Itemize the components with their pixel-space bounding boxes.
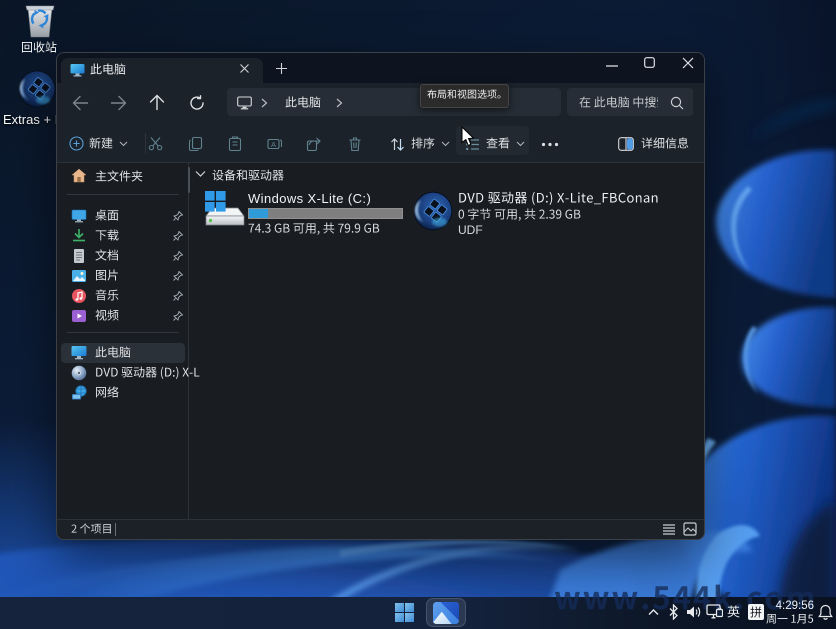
svg-text:A: A (271, 140, 276, 149)
